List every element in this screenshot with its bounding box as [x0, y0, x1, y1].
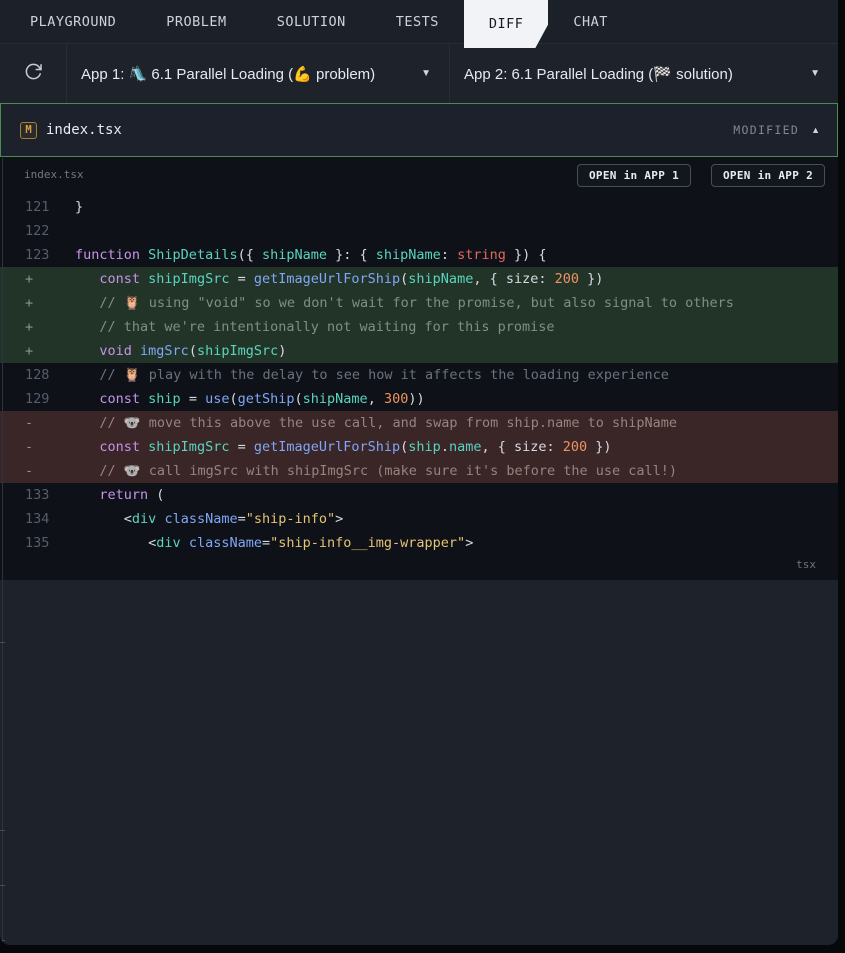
code-line: - // 🐨 call imgSrc with shipImgSrc (make… — [0, 459, 838, 483]
line-gutter: + — [25, 343, 34, 359]
divider-grip-mark — [0, 830, 5, 831]
open-buttons-group: OPEN in APP 1 OPEN in APP 2 — [577, 164, 825, 187]
tab-playground[interactable]: PLAYGROUND — [5, 0, 141, 43]
refresh-button[interactable] — [0, 44, 67, 103]
code-line: 121} — [0, 195, 838, 219]
code-line: - // 🐨 move this above the use call, and… — [0, 411, 838, 435]
divider-grip-mark — [0, 642, 5, 643]
code-line: + const shipImgSrc = getImageUrlForShip(… — [0, 267, 838, 291]
diff-code-panel: index.tsx OPEN in APP 1 OPEN in APP 2 12… — [0, 157, 838, 580]
app2-select-label: App 2: 6.1 Parallel Loading (🏁 solution) — [464, 65, 733, 83]
line-gutter: - — [25, 415, 34, 431]
line-gutter: 129 — [25, 391, 50, 407]
open-in-app2-button[interactable]: OPEN in APP 2 — [711, 164, 825, 187]
divider-grip-mark — [0, 885, 5, 886]
code-line: 123 function ShipDetails({ shipName }: { … — [0, 243, 838, 267]
chevron-down-icon: ▼ — [421, 68, 431, 79]
tab-chat[interactable]: CHAT — [548, 0, 633, 43]
app1-select-label: App 1: 🛝 6.1 Parallel Loading (💪 problem… — [81, 65, 376, 83]
line-code: return ( — [99, 487, 165, 503]
code-line: + // that we're intentionally not waitin… — [0, 315, 838, 339]
code-line: 135 <div className="ship-info__img-wrapp… — [0, 531, 838, 555]
line-code: function ShipDetails({ shipName }: { shi… — [75, 247, 547, 263]
code-line: + // 🦉 using "void" so we don't wait for… — [0, 291, 838, 315]
language-badge: tsx — [796, 558, 816, 571]
workshop-app-window: PLAYGROUND PROBLEM SOLUTION TESTS DIFF C… — [0, 0, 838, 945]
line-code: const ship = use(getShip(shipName, 300)) — [99, 391, 425, 407]
tab-tests[interactable]: TESTS — [371, 0, 464, 43]
code-line: - const shipImgSrc = getImageUrlForShip(… — [0, 435, 838, 459]
code-line: 134 <div className="ship-info"> — [0, 507, 838, 531]
diff-file-status: MODIFIED — [733, 123, 800, 137]
open-in-app1-button[interactable]: OPEN in APP 1 — [577, 164, 691, 187]
line-gutter: 128 — [25, 367, 50, 383]
line-gutter: 135 — [25, 535, 50, 551]
line-code: // 🐨 call imgSrc with shipImgSrc (make s… — [75, 463, 678, 479]
line-code: <div className="ship-info"> — [75, 511, 344, 527]
line-code: const shipImgSrc = getImageUrlForShip(sh… — [99, 439, 612, 455]
code-filename-label: index.tsx — [24, 168, 84, 181]
line-gutter: 121 — [25, 199, 50, 215]
line-code: <div className="ship-info__img-wrapper"> — [75, 535, 474, 551]
line-gutter: + — [25, 295, 34, 311]
line-gutter: + — [25, 271, 34, 287]
divider-grip-mark — [0, 940, 5, 941]
code-lines: 121} 122 123 function ShipDetails({ shipNam… — [0, 195, 838, 555]
line-code: const shipImgSrc = getImageUrlForShip(sh… — [99, 271, 604, 287]
collapse-up-icon: ▲ — [811, 125, 820, 135]
code-line: + void imgSrc(shipImgSrc) — [0, 339, 838, 363]
pane-divider[interactable] — [0, 158, 5, 944]
app1-select[interactable]: App 1: 🛝 6.1 Parallel Loading (💪 problem… — [67, 44, 450, 103]
tab-problem[interactable]: PROBLEM — [141, 0, 251, 43]
modified-file-badge-icon: M — [20, 121, 37, 139]
code-line: 128 // 🦉 play with the delay to see how … — [0, 363, 838, 387]
line-gutter: 134 — [25, 511, 50, 527]
tab-solution[interactable]: SOLUTION — [252, 0, 371, 43]
refresh-icon — [24, 62, 43, 86]
main-tab-bar: PLAYGROUND PROBLEM SOLUTION TESTS DIFF C… — [0, 0, 838, 44]
app2-select[interactable]: App 2: 6.1 Parallel Loading (🏁 solution)… — [450, 44, 838, 103]
diff-toolbar: App 1: 🛝 6.1 Parallel Loading (💪 problem… — [0, 44, 838, 103]
line-code: } — [75, 199, 84, 215]
line-code: // 🐨 move this above the use call, and s… — [75, 415, 678, 431]
line-code: // 🦉 using "void" so we don't wait for t… — [75, 295, 734, 311]
diff-file-name: index.tsx — [46, 122, 122, 138]
line-gutter: 122 — [25, 223, 50, 239]
line-gutter: - — [25, 439, 34, 455]
line-gutter: 133 — [25, 487, 50, 503]
code-line: 122 — [0, 219, 838, 243]
chevron-down-icon: ▼ — [810, 68, 820, 79]
line-gutter: - — [25, 463, 34, 479]
line-code: void imgSrc(shipImgSrc) — [99, 343, 287, 359]
tab-diff[interactable]: DIFF — [464, 0, 549, 48]
line-code: // 🦉 play with the delay to see how it a… — [75, 367, 669, 383]
line-code: // that we're intentionally not waiting … — [75, 319, 555, 335]
line-gutter: 123 — [25, 247, 50, 263]
empty-panel-area — [0, 580, 838, 943]
code-meta-row: index.tsx OPEN in APP 1 OPEN in APP 2 — [0, 157, 838, 195]
code-line: 129 const ship = use(getShip(shipName, 3… — [0, 387, 838, 411]
diff-file-accordion-header[interactable]: M index.tsx MODIFIED ▲ — [0, 103, 838, 157]
line-gutter: + — [25, 319, 34, 335]
code-line: 133 return ( — [0, 483, 838, 507]
